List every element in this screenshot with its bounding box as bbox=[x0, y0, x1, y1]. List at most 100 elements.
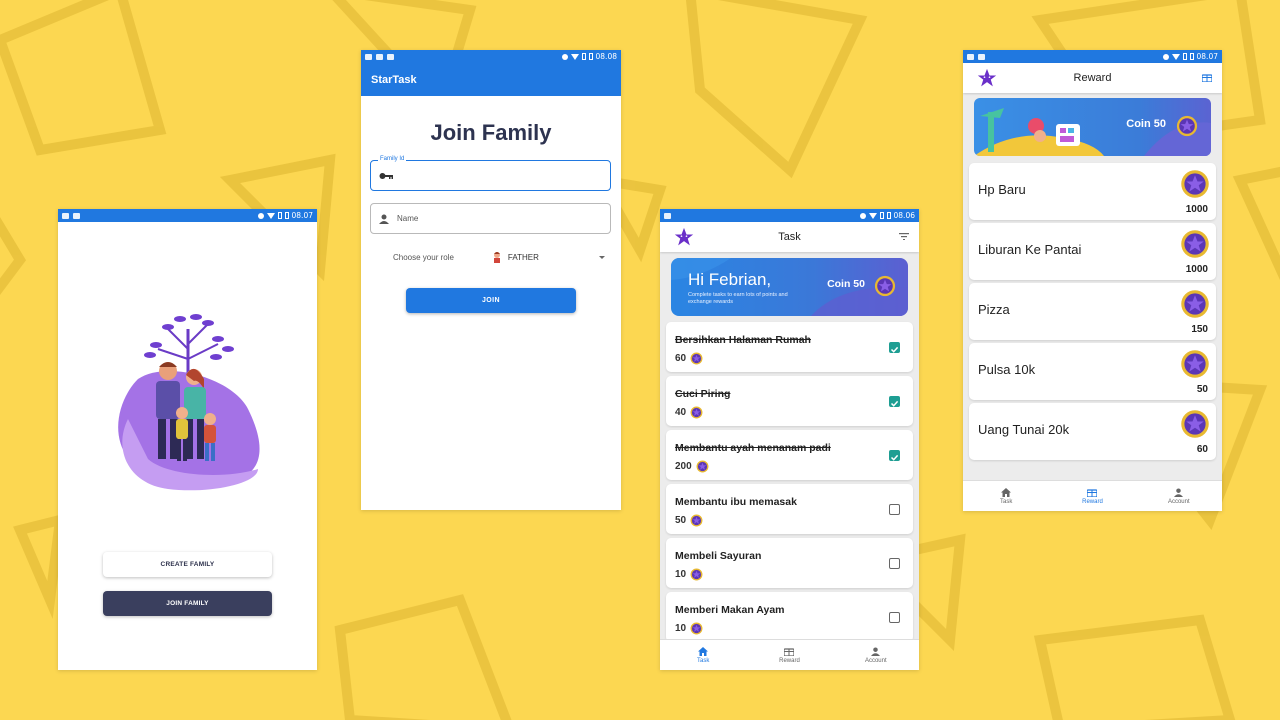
dnd-icon bbox=[561, 53, 568, 60]
nav-task[interactable]: Task bbox=[660, 640, 746, 670]
join-button[interactable]: JOIN bbox=[406, 288, 576, 313]
reward-item[interactable]: Hp Baru 1000 bbox=[969, 163, 1216, 220]
nav-reward[interactable]: Reward bbox=[746, 640, 832, 670]
key-icon bbox=[379, 172, 393, 179]
top-bar: Task bbox=[660, 222, 919, 252]
coin-star-icon bbox=[696, 460, 709, 473]
reward-cost: 1000 bbox=[1185, 204, 1208, 215]
reward-item[interactable]: Pizza 150 bbox=[969, 283, 1216, 340]
check-icon bbox=[890, 454, 899, 461]
task-item[interactable]: Cuci Piring 40 bbox=[666, 376, 913, 426]
reward-item[interactable]: Liburan Ke Pantai 1000 bbox=[969, 223, 1216, 280]
dnd-icon bbox=[257, 212, 264, 219]
reward-cost: 50 bbox=[1196, 384, 1208, 395]
task-item[interactable]: Membeli Sayuran 10 bbox=[666, 538, 913, 588]
reward-name: Uang Tunai 20k bbox=[978, 422, 1070, 437]
image-icon bbox=[967, 53, 974, 60]
task-checkbox[interactable] bbox=[889, 396, 900, 407]
status-bar: 08.06 bbox=[660, 209, 919, 222]
status-time: 08.07 bbox=[1196, 52, 1218, 61]
nav-reward-label: Reward bbox=[1082, 498, 1103, 505]
sim-icon bbox=[277, 212, 282, 219]
reward-item[interactable]: Uang Tunai 20k 60 bbox=[969, 403, 1216, 460]
status-bar: 08.07 bbox=[58, 209, 317, 222]
task-checkbox[interactable] bbox=[889, 504, 900, 515]
task-checkbox[interactable] bbox=[889, 612, 900, 623]
dropdown-caret-icon[interactable] bbox=[599, 255, 605, 259]
coin-star-icon bbox=[1176, 115, 1198, 137]
greeting-text: Hi Febrian, bbox=[688, 270, 772, 289]
notification-icon bbox=[376, 53, 383, 60]
nav-account[interactable]: Account bbox=[1136, 481, 1222, 511]
status-bar: 08.08 bbox=[361, 50, 621, 63]
wifi-icon bbox=[868, 212, 877, 219]
name-placeholder: Name bbox=[397, 214, 419, 223]
gift-icon[interactable] bbox=[1202, 73, 1212, 82]
nav-account[interactable]: Account bbox=[833, 640, 919, 670]
sim-icon bbox=[879, 212, 884, 219]
check-icon bbox=[890, 346, 899, 353]
task-points-value: 50 bbox=[675, 515, 687, 526]
task-item[interactable]: Membantu ibu memasak 50 bbox=[666, 484, 913, 534]
gift-icon bbox=[1087, 488, 1098, 497]
star-logo-icon bbox=[674, 227, 694, 246]
nav-task-label: Task bbox=[999, 498, 1013, 505]
coin-star-icon bbox=[1181, 230, 1209, 258]
name-field[interactable]: Name bbox=[370, 203, 611, 234]
task-name: Cuci Piring bbox=[675, 388, 731, 400]
task-checkbox[interactable] bbox=[889, 342, 900, 353]
battery-icon bbox=[886, 212, 891, 219]
task-points-value: 10 bbox=[675, 569, 687, 580]
coin-star-icon bbox=[690, 406, 703, 419]
battery-icon bbox=[1189, 53, 1194, 60]
nav-account-label: Account bbox=[1167, 498, 1190, 505]
coin-balance: Coin 50 bbox=[827, 278, 865, 290]
app-bar-title: StarTask bbox=[361, 63, 621, 96]
task-checkbox[interactable] bbox=[889, 450, 900, 461]
reward-item[interactable]: Pulsa 10k 50 bbox=[969, 343, 1216, 400]
task-item[interactable]: Membantu ayah menanam padi 200 bbox=[666, 430, 913, 480]
task-name: Memberi Makan Ayam bbox=[675, 604, 785, 616]
person-icon bbox=[871, 646, 881, 656]
dnd-icon bbox=[859, 212, 866, 219]
wifi-icon bbox=[266, 212, 275, 219]
filter-icon[interactable] bbox=[899, 233, 909, 240]
home-icon bbox=[1001, 487, 1012, 497]
task-checkbox[interactable] bbox=[889, 558, 900, 569]
coin-star-icon bbox=[690, 514, 703, 527]
father-avatar-icon bbox=[493, 252, 500, 263]
status-time: 08.08 bbox=[595, 52, 617, 61]
nav-task[interactable]: Task bbox=[963, 481, 1049, 511]
family-id-field[interactable]: Family Id bbox=[370, 156, 611, 191]
task-item[interactable]: Memberi Makan Ayam 10 bbox=[666, 592, 913, 642]
coin-banner: Coin 50 bbox=[974, 98, 1211, 156]
image-icon bbox=[365, 53, 372, 60]
home-icon bbox=[698, 646, 709, 656]
task-item[interactable]: Bersihkan Halaman Rumah 60 bbox=[666, 322, 913, 372]
check-icon bbox=[890, 400, 899, 407]
status-time: 08.06 bbox=[893, 211, 915, 220]
role-selector[interactable]: Choose your role FATHER bbox=[393, 251, 605, 263]
status-bar: 08.07 bbox=[963, 50, 1222, 63]
notification-icon bbox=[73, 212, 80, 219]
role-label: Choose your role bbox=[393, 252, 454, 262]
person-icon bbox=[1174, 487, 1184, 497]
family-id-label: Family Id bbox=[378, 156, 407, 162]
reward-name: Hp Baru bbox=[978, 182, 1026, 197]
star-logo-icon bbox=[977, 68, 997, 87]
task-points: 10 bbox=[675, 622, 703, 635]
create-family-button[interactable]: CREATE FAMILY bbox=[103, 552, 272, 577]
dnd-icon bbox=[1162, 53, 1169, 60]
coin-star-icon bbox=[1181, 410, 1209, 438]
coin-star-icon bbox=[690, 352, 703, 365]
join-family-button[interactable]: JOIN FAMILY bbox=[103, 591, 272, 616]
task-name: Membeli Sayuran bbox=[675, 550, 762, 562]
task-points-value: 40 bbox=[675, 407, 687, 418]
wifi-icon bbox=[1171, 53, 1180, 60]
nav-reward[interactable]: Reward bbox=[1049, 481, 1135, 511]
task-points-value: 60 bbox=[675, 353, 687, 364]
task-points: 60 bbox=[675, 352, 703, 365]
notification-icon bbox=[978, 53, 985, 60]
coin-star-icon bbox=[874, 275, 896, 297]
task-points: 50 bbox=[675, 514, 703, 527]
